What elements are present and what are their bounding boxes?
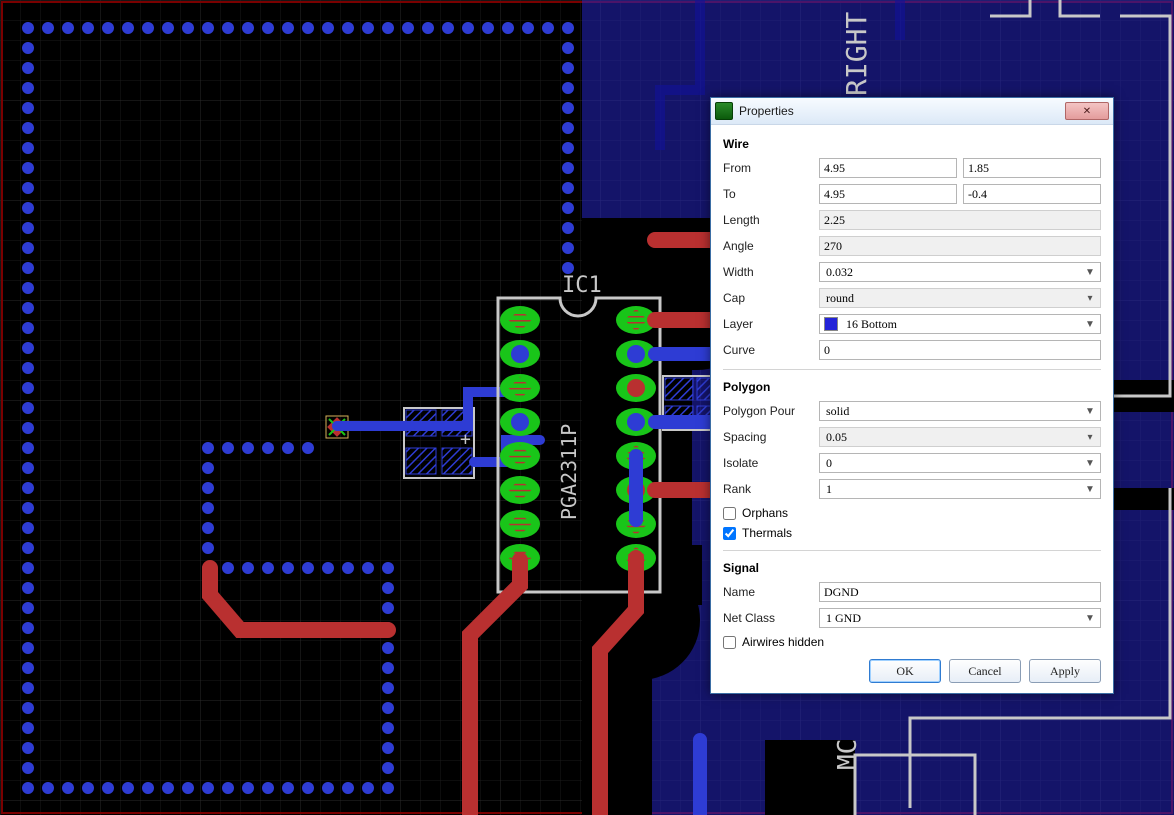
angle-label: Angle bbox=[723, 239, 819, 253]
layer-select[interactable]: 16 Bottom ▼ bbox=[819, 314, 1101, 334]
orphans-label: Orphans bbox=[742, 506, 788, 520]
to-y-input[interactable] bbox=[963, 184, 1101, 204]
chevron-down-icon: ▼ bbox=[1082, 458, 1098, 469]
dialog-title: Properties bbox=[739, 104, 1065, 118]
pour-label: Polygon Pour bbox=[723, 404, 819, 418]
isolate-label: Isolate bbox=[723, 456, 819, 470]
spacing-label: Spacing bbox=[723, 430, 819, 444]
app-icon bbox=[715, 102, 733, 120]
to-x-input[interactable] bbox=[819, 184, 957, 204]
chevron-down-icon: ▼ bbox=[1082, 406, 1098, 417]
divider bbox=[723, 369, 1101, 370]
width-select[interactable]: 0.032 ▼ bbox=[819, 262, 1101, 282]
curve-label: Curve bbox=[723, 343, 819, 357]
curve-input[interactable] bbox=[819, 340, 1101, 360]
divider bbox=[723, 550, 1101, 551]
chevron-down-icon: ▼ bbox=[1082, 319, 1098, 330]
properties-dialog: Properties ✕ Wire From To Length Angle bbox=[710, 97, 1114, 694]
close-icon: ✕ bbox=[1083, 106, 1091, 117]
netclass-label: Net Class bbox=[723, 611, 819, 625]
length-field bbox=[819, 210, 1101, 230]
dialog-titlebar[interactable]: Properties ✕ bbox=[711, 98, 1113, 125]
signal-name-input[interactable] bbox=[819, 582, 1101, 602]
angle-field bbox=[819, 236, 1101, 256]
section-signal-heading: Signal bbox=[723, 561, 1101, 575]
chevron-down-icon: ▾ bbox=[1082, 293, 1098, 304]
thermals-label: Thermals bbox=[742, 526, 792, 540]
netclass-select[interactable]: 1 GND ▼ bbox=[819, 608, 1101, 628]
orphans-checkbox-row: Orphans bbox=[723, 504, 1101, 522]
section-wire-heading: Wire bbox=[723, 137, 1101, 151]
ic-value: PGA2311P bbox=[557, 424, 581, 520]
chevron-down-icon: ▾ bbox=[1082, 432, 1098, 443]
spacing-select[interactable]: 0.05 ▾ bbox=[819, 427, 1101, 447]
length-label: Length bbox=[723, 213, 819, 227]
cancel-button[interactable]: Cancel bbox=[949, 659, 1021, 683]
rank-select[interactable]: 1 ▼ bbox=[819, 479, 1101, 499]
cap-select[interactable]: round ▾ bbox=[819, 288, 1101, 308]
to-label: To bbox=[723, 187, 819, 201]
from-x-input[interactable] bbox=[819, 158, 957, 178]
thermals-checkbox[interactable] bbox=[723, 527, 736, 540]
layer-swatch-icon bbox=[824, 317, 838, 331]
rank-label: Rank bbox=[723, 482, 819, 496]
isolate-select[interactable]: 0 ▼ bbox=[819, 453, 1101, 473]
section-polygon-heading: Polygon bbox=[723, 380, 1101, 394]
chevron-down-icon: ▼ bbox=[1082, 267, 1098, 278]
signal-name-label: Name bbox=[723, 585, 819, 599]
close-button[interactable]: ✕ bbox=[1065, 102, 1109, 120]
orphans-checkbox[interactable] bbox=[723, 507, 736, 520]
airwires-checkbox-row: Airwires hidden bbox=[723, 633, 1101, 651]
cap-label: Cap bbox=[723, 291, 819, 305]
pour-select[interactable]: solid ▼ bbox=[819, 401, 1101, 421]
layer-label: Layer bbox=[723, 317, 819, 331]
thermals-checkbox-row: Thermals bbox=[723, 524, 1101, 542]
chevron-down-icon: ▼ bbox=[1082, 613, 1098, 624]
from-y-input[interactable] bbox=[963, 158, 1101, 178]
from-label: From bbox=[723, 161, 819, 175]
ok-button[interactable]: OK bbox=[869, 659, 941, 683]
conn-label-right: RIGHT bbox=[840, 12, 873, 96]
width-label: Width bbox=[723, 265, 819, 279]
ic-ref: IC1 bbox=[562, 273, 602, 298]
apply-button[interactable]: Apply bbox=[1029, 659, 1101, 683]
airwires-label: Airwires hidden bbox=[742, 635, 824, 649]
chevron-down-icon: ▼ bbox=[1082, 484, 1098, 495]
svg-text:+: + bbox=[460, 429, 471, 450]
conn-label-mc: MC bbox=[833, 739, 863, 770]
airwires-checkbox[interactable] bbox=[723, 636, 736, 649]
